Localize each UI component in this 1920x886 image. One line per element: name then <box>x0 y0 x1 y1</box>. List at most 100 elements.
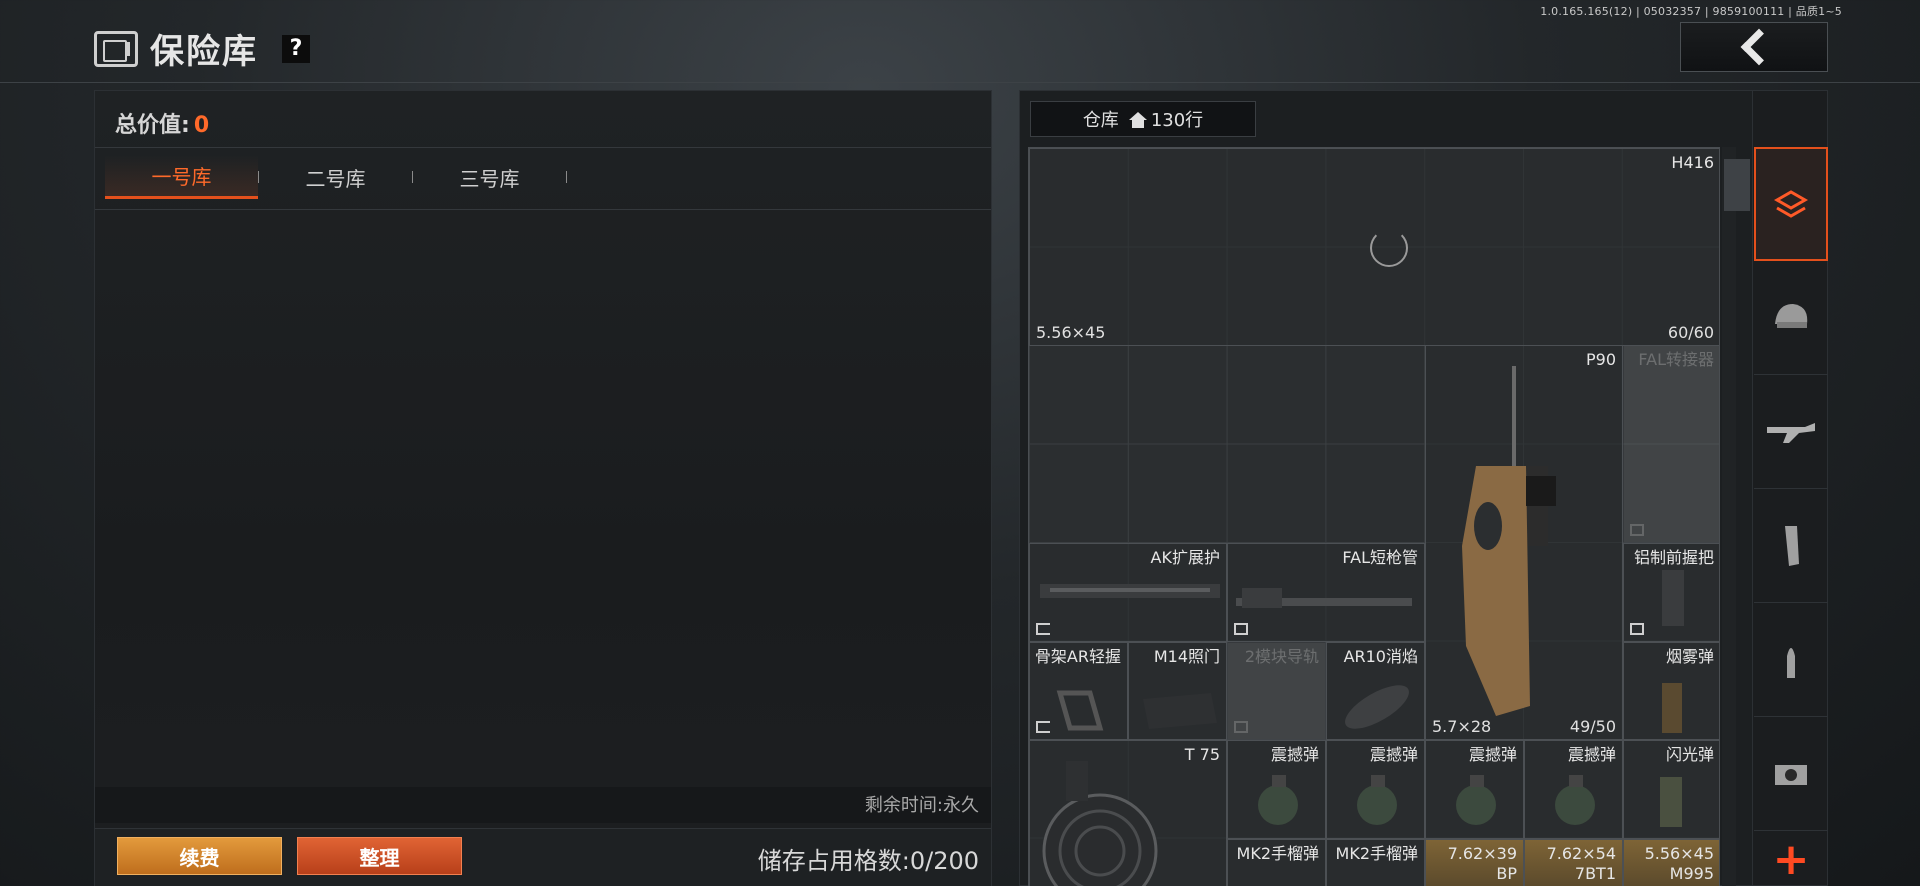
item-name: MK2手榴弹 <box>1236 844 1319 863</box>
page-title: 保险库 <box>150 32 258 72</box>
item-name: FAL转接器 <box>1638 350 1714 369</box>
rifle-icon <box>1767 422 1815 443</box>
box-icon <box>1630 524 1644 536</box>
item-sub: 7BT1 <box>1574 864 1616 883</box>
suppressor-image <box>1345 685 1409 729</box>
category-all[interactable] <box>1754 147 1828 261</box>
item-caliber: 5.56×45 <box>1036 323 1106 342</box>
scope-icon <box>1775 764 1807 785</box>
tab-vault-3[interactable]: 三号库 <box>413 155 566 199</box>
remaining-time: 剩余时间:永久 <box>864 795 979 816</box>
item-name: 2模块导轨 <box>1244 647 1319 666</box>
all-items-icon <box>1773 190 1809 218</box>
item-caliber: 5.7×28 <box>1432 717 1492 736</box>
divider <box>95 147 991 148</box>
category-attachment[interactable] <box>1754 717 1828 831</box>
magazine-icon <box>1785 525 1799 566</box>
back-button[interactable] <box>1680 22 1828 72</box>
storage-usage: 储存占用格数:0/200 <box>757 847 979 875</box>
smoke-image <box>1662 683 1682 733</box>
box-icon <box>1630 623 1644 635</box>
box-icon <box>1234 623 1248 635</box>
item-fal-barrel[interactable]: FAL短枪管 <box>1227 543 1425 642</box>
p90-image <box>1462 366 1556 716</box>
helmet-icon <box>1775 303 1808 328</box>
category-helmet[interactable] <box>1754 261 1828 375</box>
item-name: 7.62×54 <box>1546 844 1616 863</box>
add-button[interactable]: + <box>1754 831 1828 886</box>
grenade-image <box>1456 775 1496 825</box>
vault-panel: 总价值: 0 一号库 二号库 三号库 剩余时间:永久 续费 整理 储存占用格数:0… <box>94 90 992 886</box>
total-value-label: 总价值: <box>115 113 190 138</box>
flash-image <box>1660 777 1682 827</box>
item-t75[interactable]: T 75 <box>1029 740 1227 886</box>
item-smoke-grenade[interactable]: 烟雾弹 <box>1623 642 1719 740</box>
export-icon <box>1036 721 1050 733</box>
item-stun-grenade[interactable]: 震撼弹 <box>1524 740 1623 839</box>
item-ammo[interactable]: 5.56×45 M995 <box>1623 839 1719 886</box>
total-value: 总价值: 0 <box>115 107 209 139</box>
category-magazine[interactable] <box>1754 489 1828 603</box>
item-skeleton-grip[interactable]: 骨架AR轻握 <box>1029 642 1128 740</box>
item-p90[interactable]: P90 5.7×28 49/50 <box>1425 345 1623 740</box>
tab-vault-1[interactable]: 一号库 <box>105 155 258 199</box>
total-value-number: 0 <box>193 113 210 138</box>
export-icon <box>1036 623 1050 635</box>
warehouse-grid: H416 5.56×45 60/60 P90 5.7×28 49/50 FAL转… <box>1028 147 1720 886</box>
chevron-left-icon <box>1740 28 1778 66</box>
item-name: 7.62×39 <box>1447 844 1517 863</box>
grenade-image <box>1357 775 1397 825</box>
warehouse-label: 仓库 <box>1082 110 1119 131</box>
item-stun-grenade[interactable]: 震撼弹 <box>1326 740 1425 839</box>
grenade-image <box>1258 775 1298 825</box>
grenade-image <box>1555 775 1595 825</box>
item-h416[interactable]: H416 5.56×45 60/60 <box>1029 148 1719 346</box>
drum-mag-image <box>1042 761 1158 886</box>
sort-button[interactable]: 整理 <box>297 837 462 875</box>
item-ammo-count: 60/60 <box>1667 323 1714 342</box>
ak-guard-image <box>1040 584 1220 598</box>
warehouse-panel: 仓库 130行 H416 5.56×45 60/60 P90 5.7×28 49… <box>1019 90 1753 886</box>
item-al-grip[interactable]: 铝制前握把 <box>1623 543 1719 642</box>
item-mk2-grenade[interactable]: MK2手榴弹 <box>1326 839 1425 886</box>
item-ar10-suppressor[interactable]: AR10消焰 <box>1326 642 1425 740</box>
loading-icon <box>1370 229 1408 267</box>
fal-barrel-image <box>1236 588 1412 608</box>
item-stun-grenade[interactable]: 震撼弹 <box>1227 740 1326 839</box>
divider <box>95 209 991 210</box>
category-sidebar: + <box>1752 90 1828 886</box>
page-header: 保险库 ? <box>94 24 310 73</box>
item-rail[interactable]: 2模块导轨 <box>1227 642 1326 740</box>
remaining-bar <box>95 787 991 823</box>
warehouse-tab[interactable]: 仓库 130行 <box>1030 101 1256 137</box>
item-ak-guard[interactable]: AK扩展护 <box>1029 543 1227 642</box>
item-sub: BP <box>1496 864 1517 883</box>
item-name: H416 <box>1671 153 1714 172</box>
header-divider <box>0 82 1920 83</box>
item-sub: M995 <box>1669 864 1714 883</box>
item-stun-grenade[interactable]: 震撼弹 <box>1425 740 1524 839</box>
box-icon <box>1234 721 1248 733</box>
item-ammo[interactable]: 7.62×54 7BT1 <box>1524 839 1623 886</box>
build-info: 1.0.165.165(12) | 05032357 | 9859100111 … <box>1540 5 1842 18</box>
item-name: MK2手榴弹 <box>1335 844 1418 863</box>
category-weapon[interactable] <box>1754 375 1828 489</box>
help-button[interactable]: ? <box>282 34 310 63</box>
safe-icon <box>94 30 138 67</box>
scrollbar[interactable] <box>1722 147 1736 886</box>
warehouse-rows: 130行 <box>1150 110 1204 131</box>
item-mk2-grenade[interactable]: MK2手榴弹 <box>1227 839 1326 886</box>
renew-button[interactable]: 续费 <box>117 837 282 875</box>
item-flash-grenade[interactable]: 闪光弹 <box>1623 740 1719 839</box>
category-ammo[interactable] <box>1754 603 1828 717</box>
item-ammo[interactable]: 7.62×39 BP <box>1425 839 1524 886</box>
tab-divider <box>566 171 567 183</box>
tab-vault-2[interactable]: 二号库 <box>259 155 412 199</box>
scrollbar-thumb[interactable] <box>1724 159 1750 211</box>
home-icon <box>1128 112 1147 128</box>
ammo-icon <box>1787 647 1795 678</box>
item-fal-adapter[interactable]: FAL转接器 <box>1623 345 1719 543</box>
vault-tabs: 一号库 二号库 三号库 <box>105 155 567 199</box>
item-m14-sight[interactable]: M14照门 <box>1128 642 1227 740</box>
item-ammo-count: 49/50 <box>1569 717 1616 736</box>
